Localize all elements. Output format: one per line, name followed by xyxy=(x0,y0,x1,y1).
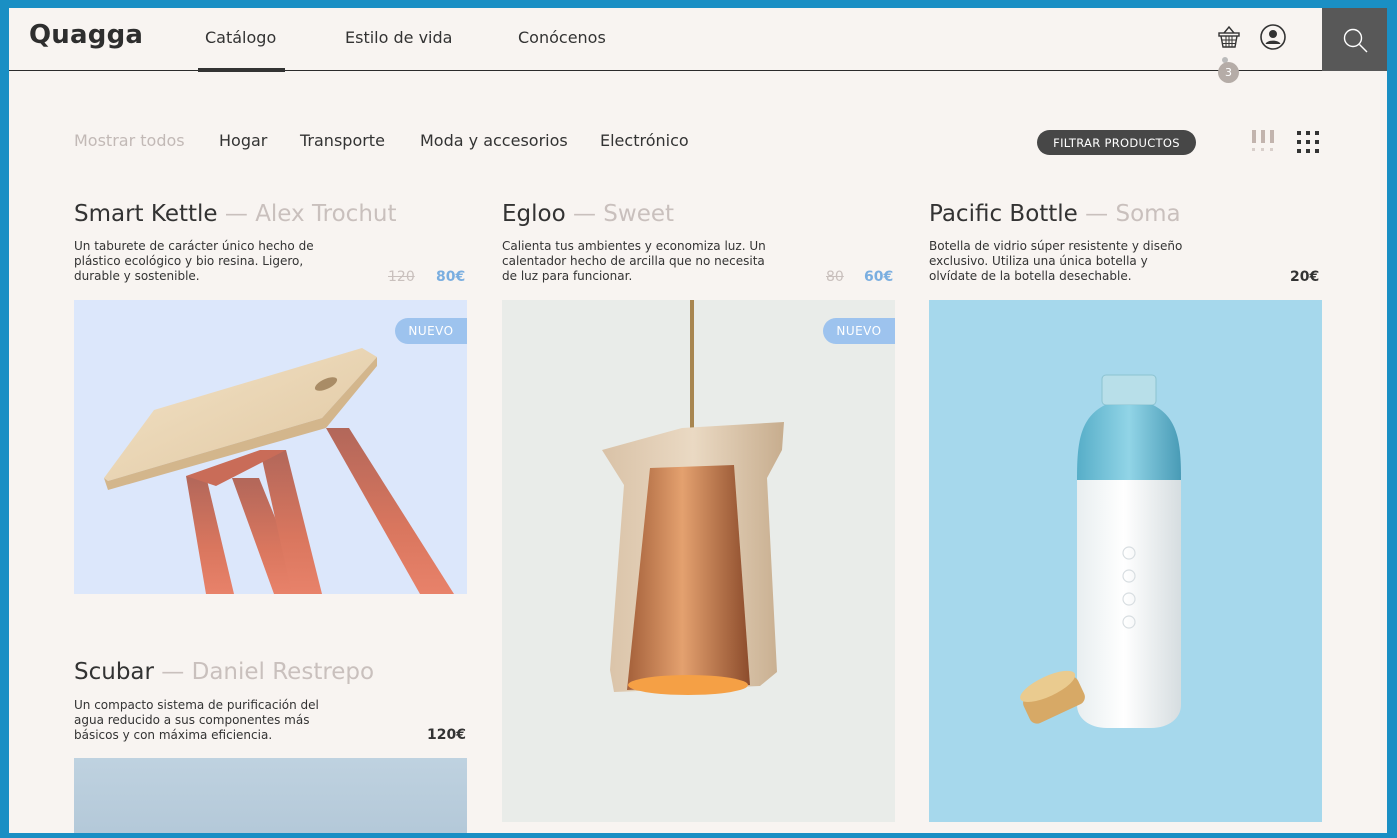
nav-item-conocenos[interactable]: Conócenos xyxy=(518,28,606,47)
product-description: Calienta tus ambientes y economiza luz. … xyxy=(502,239,766,283)
cart-icon[interactable] xyxy=(1214,22,1244,52)
product-description: Un taburete de carácter único hecho de p… xyxy=(74,239,314,283)
filter-products-button[interactable]: FILTRAR PRODUCTOS xyxy=(1037,130,1196,155)
product-image-scubar[interactable] xyxy=(74,758,467,833)
product-description: Un compacto sistema de purificación del … xyxy=(74,698,319,742)
title-separator: — xyxy=(1085,201,1109,227)
product-name: Smart Kettle xyxy=(74,201,218,227)
product-price: 120€ xyxy=(427,727,466,743)
title-separator: — xyxy=(161,659,185,685)
product-title[interactable]: Pacific Bottle — Soma xyxy=(929,201,1181,227)
product-author: Sweet xyxy=(603,201,675,227)
filter-hogar[interactable]: Hogar xyxy=(219,131,267,150)
product-price: 60€ xyxy=(864,269,894,285)
product-name: Pacific Bottle xyxy=(929,201,1078,227)
product-title[interactable]: Egloo — Sweet xyxy=(502,201,674,227)
cart-count-badge: 3 xyxy=(1218,62,1239,83)
product-author: Alex Trochut xyxy=(255,201,397,227)
list-view-icon[interactable] xyxy=(1250,128,1280,158)
product-name: Egloo xyxy=(502,201,566,227)
nav-active-indicator xyxy=(198,68,285,72)
product-old-price: 120 xyxy=(388,269,415,285)
product-title[interactable]: Smart Kettle — Alex Trochut xyxy=(74,201,397,227)
grid-view-icon[interactable] xyxy=(1295,128,1325,158)
product-image-lamp[interactable]: NUEVO xyxy=(502,300,895,822)
product-old-price: 80 xyxy=(826,269,844,285)
product-name: Scubar xyxy=(74,659,154,685)
product-price: 20€ xyxy=(1290,269,1320,285)
new-badge: NUEVO xyxy=(395,318,467,344)
app-frame: Quagga Catálogo Estilo de vida Conócenos… xyxy=(0,0,1397,838)
product-author: Daniel Restrepo xyxy=(191,659,375,685)
title-separator: — xyxy=(224,201,248,227)
product-description: Botella de vidrio súper resistente y dis… xyxy=(929,239,1183,283)
filter-moda-y-accesorios[interactable]: Moda y accesorios xyxy=(420,131,568,150)
new-badge: NUEVO xyxy=(823,318,895,344)
filter-transporte[interactable]: Transporte xyxy=(300,131,385,150)
page: Quagga Catálogo Estilo de vida Conócenos… xyxy=(9,8,1387,833)
search-icon xyxy=(1343,28,1367,52)
top-header: Quagga Catálogo Estilo de vida Conócenos… xyxy=(9,8,1387,83)
product-author: Soma xyxy=(1115,201,1181,227)
brand-logo[interactable]: Quagga xyxy=(29,20,143,50)
nav-item-catalogo[interactable]: Catálogo xyxy=(205,28,276,47)
title-separator: — xyxy=(572,201,596,227)
product-image-bottle[interactable] xyxy=(929,300,1322,822)
filter-electronico[interactable]: Electrónico xyxy=(600,131,689,150)
product-image-stool[interactable]: NUEVO xyxy=(74,300,467,594)
filter-all[interactable]: Mostrar todos xyxy=(74,131,185,150)
user-account-icon[interactable] xyxy=(1258,22,1288,52)
product-price: 80€ xyxy=(436,269,466,285)
nav-item-estilo-de-vida[interactable]: Estilo de vida xyxy=(345,28,452,47)
search-button[interactable] xyxy=(1322,8,1387,71)
product-title[interactable]: Scubar — Daniel Restrepo xyxy=(74,659,374,685)
